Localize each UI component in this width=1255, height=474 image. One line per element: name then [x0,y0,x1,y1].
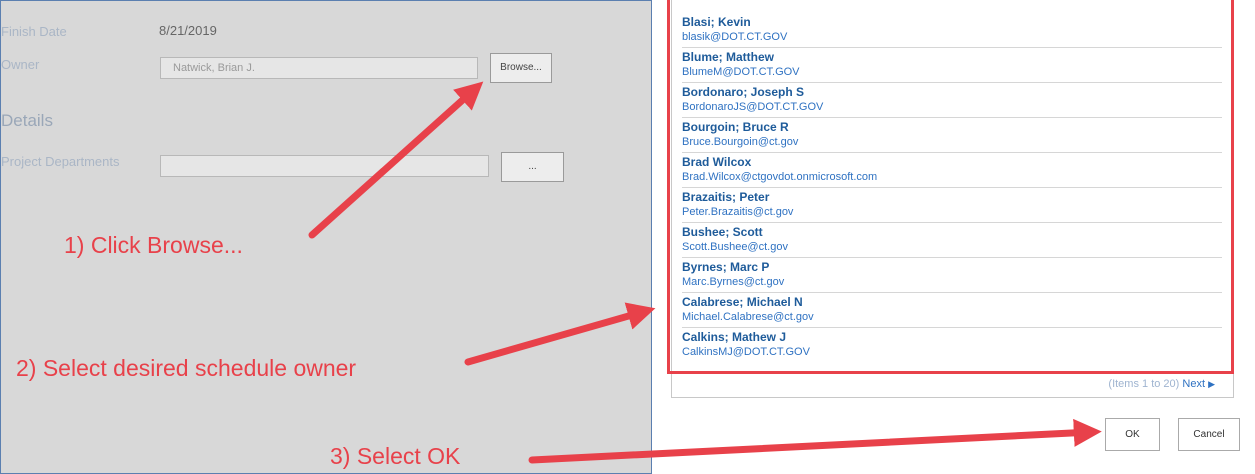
person-name: Byrnes; Marc P [682,260,770,274]
person-name: Brazaitis; Peter [682,190,770,204]
person-row[interactable]: Bourgoin; Bruce R Bruce.Bourgoin@ct.gov [682,118,1222,153]
step3-annotation: 3) Select OK [330,443,461,469]
owner-field[interactable]: Natwick, Brian J. [160,57,478,79]
person-row[interactable]: Calkins; Mathew J CalkinsMJ@DOT.CT.GOV [682,328,1222,363]
person-row[interactable]: Brad Wilcox Brad.Wilcox@ctgovdot.onmicro… [682,153,1222,188]
browse-button[interactable]: Browse... [490,53,552,83]
person-row[interactable]: Calabrese; Michael N Michael.Calabrese@c… [682,293,1222,328]
ok-button[interactable]: OK [1105,418,1160,451]
project-departments-field[interactable] [160,155,489,177]
person-name: Bordonaro; Joseph S [682,85,805,99]
finish-date-value: 8/21/2019 [159,23,217,38]
person-name: Calabrese; Michael N [682,295,803,309]
step1-annotation: 1) Click Browse... [64,232,243,258]
person-email: blasik@DOT.CT.GOV [682,31,788,43]
person-email: Brad.Wilcox@ctgovdot.onmicrosoft.com [682,171,878,183]
person-row[interactable]: Byrnes; Marc P Marc.Byrnes@ct.gov [682,258,1222,293]
pager: (Items 1 to 20) Next ▶ [1108,378,1215,390]
step2-annotation: 2) Select desired schedule owner [16,355,357,381]
project-departments-label: Project Departments [1,154,120,169]
page: Finish Date 8/21/2019 Owner Natwick, Bri… [0,0,1255,474]
person-name: Blume; Matthew [682,50,775,64]
person-row[interactable]: Brazaitis; Peter Peter.Brazaitis@ct.gov [682,188,1222,223]
cancel-button[interactable]: Cancel [1178,418,1240,451]
finish-date-label: Finish Date [1,24,67,39]
owner-label: Owner [1,57,40,72]
departments-picker-button[interactable]: ... [501,152,564,182]
person-email: Peter.Brazaitis@ct.gov [682,206,794,218]
pager-next-link[interactable]: Next [1182,378,1205,390]
person-row[interactable]: Blume; Matthew BlumeM@DOT.CT.GOV [682,48,1222,83]
person-row[interactable]: Bushee; Scott Scott.Bushee@ct.gov [682,223,1222,258]
person-name: Calkins; Mathew J [682,330,787,344]
person-email: Marc.Byrnes@ct.gov [682,276,785,288]
person-email: Bruce.Bourgoin@ct.gov [682,136,799,148]
person-email: BlumeM@DOT.CT.GOV [682,66,800,78]
person-row[interactable]: Bordonaro; Joseph S BordonaroJS@DOT.CT.G… [682,83,1222,118]
person-name: Bushee; Scott [682,225,763,239]
person-name: Bourgoin; Bruce R [682,120,789,134]
people-picker-dialog: Blasi; Kevin blasik@DOT.CT.GOV Blume; Ma… [652,0,1255,474]
next-arrow-icon[interactable]: ▶ [1208,379,1215,389]
person-email: BordonaroJS@DOT.CT.GOV [682,101,824,113]
person-row[interactable]: Blasi; Kevin blasik@DOT.CT.GOV [682,13,1222,48]
person-name: Brad Wilcox [682,155,752,169]
details-heading: Details [1,111,53,130]
person-email: Scott.Bushee@ct.gov [682,241,788,253]
person-name: Blasi; Kevin [682,15,751,29]
person-email: Michael.Calabrese@ct.gov [682,311,814,323]
pager-range: (Items 1 to 20) [1108,378,1180,390]
person-email: CalkinsMJ@DOT.CT.GOV [682,346,810,358]
